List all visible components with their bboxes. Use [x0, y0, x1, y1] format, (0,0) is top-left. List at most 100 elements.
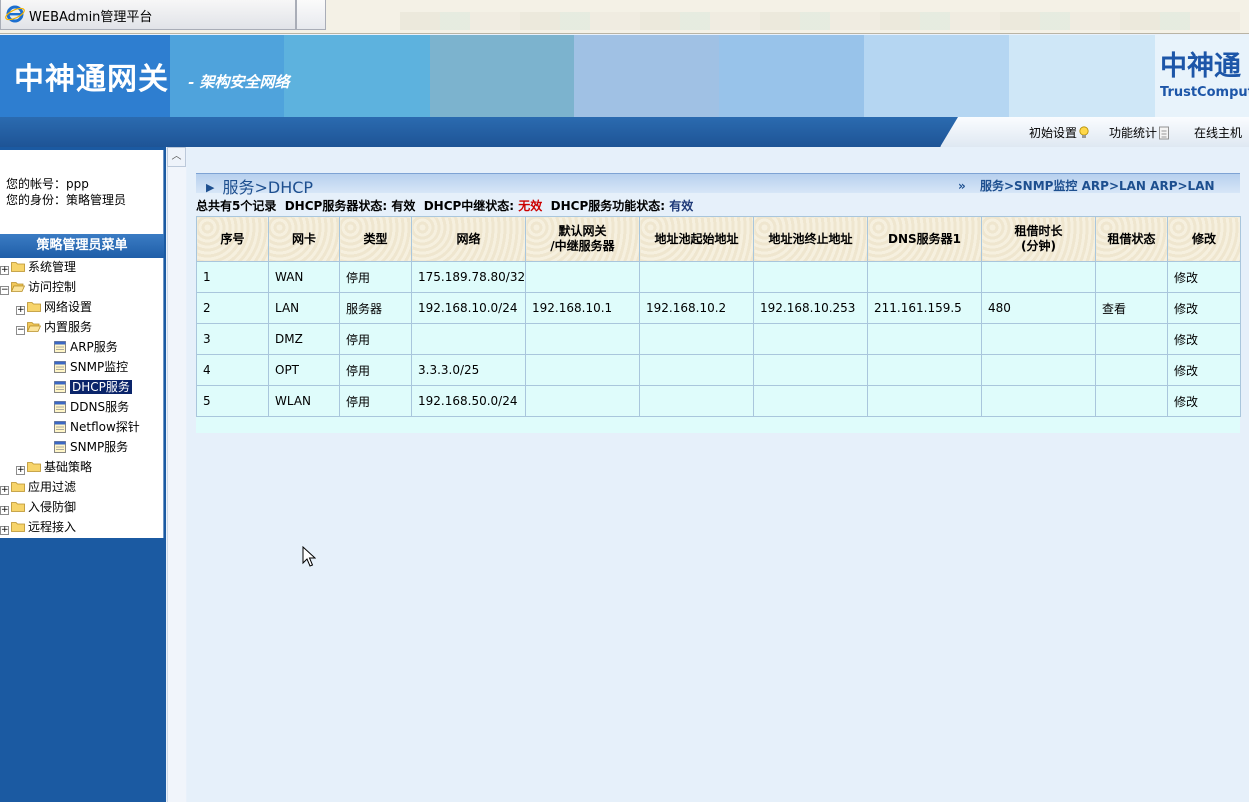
sidebar-tree-label: 入侵防御	[28, 500, 77, 514]
lease-view-link[interactable]: 查看	[1095, 292, 1168, 324]
titlebar-background	[400, 12, 1240, 30]
expander-icon[interactable]: +	[0, 506, 9, 515]
table-cell: 192.168.10.0/24	[411, 292, 526, 324]
expander-icon[interactable]: +	[0, 486, 9, 495]
server-status-value: 有效	[391, 199, 416, 213]
window-title: WEBAdmin管理平台	[29, 10, 153, 25]
sidebar-tree-label: 基础策略	[44, 460, 93, 474]
table-cell	[1095, 261, 1168, 293]
sidebar-tree-item[interactable]: + 基础策略	[16, 458, 92, 476]
expander-icon[interactable]: +	[16, 306, 25, 315]
breadcrumb-link-arp-lan[interactable]: ARP>LAN	[1082, 179, 1146, 193]
sidebar-menu-title: 策略管理员菜单	[0, 234, 164, 258]
menu-feature-stats-label: 功能统计	[1109, 126, 1158, 140]
table-cell	[981, 385, 1096, 417]
table-row: 1 WAN 停用 175.189.78.80/32 修改	[196, 261, 1241, 293]
logo-en: TrustComputing	[1160, 85, 1249, 100]
mouse-cursor-icon	[302, 546, 316, 567]
table-row: 3 DMZ 停用 修改	[196, 323, 1241, 355]
sidebar-tree-item[interactable]: + 入侵防御	[0, 498, 76, 516]
sidebar-tree-item[interactable]: − 内置服务	[16, 318, 92, 336]
menu-online-hosts[interactable]: 在线主机	[1194, 124, 1242, 141]
sidebar-tree-item[interactable]: SNMP监控	[54, 358, 128, 376]
expander-icon[interactable]: −	[16, 326, 25, 335]
banner-block	[864, 35, 1009, 117]
top-menu: 初始设置 功能统计 在线主机	[940, 117, 1249, 147]
menu-online-hosts-label: 在线主机	[1194, 126, 1243, 140]
sidebar-tree-item[interactable]: DHCP服务	[54, 378, 132, 396]
breadcrumb-link-snmp[interactable]: 服务>SNMP监控	[980, 179, 1077, 193]
banner-block	[1009, 35, 1155, 117]
edit-link[interactable]: 修改	[1167, 323, 1241, 355]
sidebar-tree-item[interactable]: ARP服务	[54, 338, 118, 356]
table-cell: 192.168.10.2	[639, 292, 754, 324]
banner-block	[284, 35, 430, 117]
table-cell	[867, 354, 982, 386]
sidebar-tree-item[interactable]: + 远程接入	[0, 518, 76, 536]
logo-cn: 中神通	[1160, 51, 1241, 82]
table-cell: 3.3.3.0/25	[411, 354, 526, 386]
banner-block	[574, 35, 719, 117]
edit-link[interactable]: 修改	[1167, 292, 1241, 324]
sidebar-tree-item[interactable]: + 系统管理	[0, 258, 76, 276]
table-cell	[1095, 354, 1168, 386]
scrollbar-track[interactable]	[167, 167, 186, 802]
relay-status-value: 无效	[518, 199, 543, 213]
table-cell	[867, 323, 982, 355]
column-header: 类型	[339, 216, 412, 262]
menu-feature-stats[interactable]: 功能统计	[1109, 124, 1170, 141]
status-summary: 总共有5个记录 DHCP服务器状态: 有效 DHCP中继状态: 无效 DHCP服…	[196, 197, 693, 214]
sidebar-tree-item[interactable]: − 访问控制	[0, 278, 76, 296]
sidebar-tree-label: SNMP服务	[70, 440, 129, 454]
table-cell	[981, 261, 1096, 293]
column-header: 地址池起始地址	[639, 216, 754, 262]
folder-icon	[11, 502, 25, 512]
folder-icon	[27, 462, 41, 472]
table-cell	[525, 385, 640, 417]
column-header: 租借状态	[1095, 216, 1168, 262]
table-cell	[753, 261, 868, 293]
sidebar-tree-item[interactable]: + 网络设置	[16, 298, 92, 316]
relay-status-label: DHCP中继状态:	[423, 199, 515, 213]
edit-link[interactable]: 修改	[1167, 354, 1241, 386]
sidebar-tree-item[interactable]: DDNS服务	[54, 398, 129, 416]
table-cell: 211.161.159.5	[867, 292, 982, 324]
table-cell	[525, 354, 640, 386]
breadcrumb-link-arp-lan-2[interactable]: ARP>LAN	[1150, 179, 1214, 193]
folder-icon	[11, 482, 25, 492]
table-cell	[753, 385, 868, 417]
column-header: 默认网关 /中继服务器	[525, 216, 640, 262]
sidebar-tree-item[interactable]: SNMP服务	[54, 438, 128, 456]
table-cell: 5	[196, 385, 269, 417]
sidebar-tree-label: 应用过滤	[28, 480, 77, 494]
expander-icon[interactable]: −	[0, 286, 9, 295]
table-cell	[411, 323, 526, 355]
menu-initial-setup[interactable]: 初始设置	[1029, 124, 1090, 141]
table-footer	[196, 417, 1240, 433]
table-cell: 192.168.10.253	[753, 292, 868, 324]
table-row: 2 LAN 服务器 192.168.10.0/24 192.168.10.1 192.16…	[196, 292, 1241, 324]
edit-link[interactable]: 修改	[1167, 261, 1241, 293]
scroll-up-button[interactable]: ︿	[167, 147, 186, 167]
expander-icon[interactable]: +	[0, 266, 9, 275]
server-status-label: DHCP服务器状态:	[284, 199, 388, 213]
new-tab-button[interactable]	[296, 0, 326, 30]
doc-icon	[1159, 126, 1169, 140]
table-cell: WAN	[268, 261, 340, 293]
brand-title: 中神通网关	[14, 62, 169, 97]
expander-icon[interactable]: +	[16, 466, 25, 475]
role-line: 您的身份：策略管理员	[6, 193, 127, 207]
ie-icon	[5, 5, 25, 23]
breadcrumb: » 服务>SNMP监控 ARP>LAN ARP>LAN	[958, 177, 1215, 194]
sidebar-tree-item[interactable]: Netflow探针	[54, 418, 140, 436]
browser-tab[interactable]: WEBAdmin管理平台	[0, 0, 296, 30]
table-cell	[525, 261, 640, 293]
edit-link[interactable]: 修改	[1167, 385, 1241, 417]
brand-subtitle: - 架构安全网络	[188, 73, 290, 91]
column-header: 租借时长 (分钟)	[981, 216, 1096, 262]
sidebar-tree-item[interactable]: + 应用过滤	[0, 478, 76, 496]
folder-icon	[27, 302, 41, 312]
expander-icon[interactable]: +	[0, 526, 9, 535]
table-cell: 192.168.50.0/24	[411, 385, 526, 417]
folder-icon	[11, 262, 25, 272]
